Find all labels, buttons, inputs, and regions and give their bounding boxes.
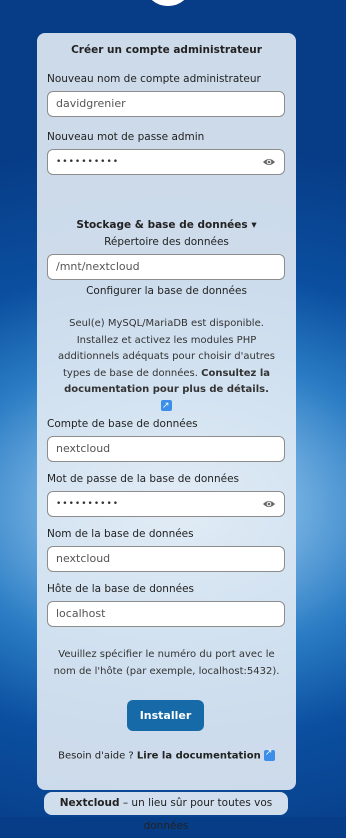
- database-info-text: Seul(e) MySQL/MariaDB est disponible. In…: [47, 316, 286, 415]
- storage-database-toggle[interactable]: Stockage & base de données ▾: [37, 219, 296, 231]
- help-prefix: Besoin d'aide ?: [58, 750, 134, 762]
- admin-user-label: Nouveau nom de compte administrateur: [47, 73, 261, 85]
- admin-password-input[interactable]: ••••••••••: [47, 149, 285, 175]
- db-password-value: ••••••••••: [56, 499, 120, 509]
- footer-tagline: – un lieu sûr pour toutes vos données: [122, 797, 273, 832]
- help-row: Besoin d'aide ? Lire la documentation: [37, 748, 296, 762]
- db-name-input[interactable]: nextcloud: [47, 546, 285, 572]
- show-password-icon[interactable]: [262, 157, 276, 167]
- setup-card: Créer un compte administrateur Nouveau n…: [37, 33, 296, 790]
- card-title: Créer un compte administrateur: [71, 44, 262, 56]
- nextcloud-logo: [143, 0, 193, 6]
- db-password-label: Mot de passe de la base de données: [47, 473, 240, 485]
- footer: Nextcloud – un lieu sûr pour toutes vos …: [44, 792, 288, 832]
- admin-password-value: ••••••••••: [56, 157, 120, 167]
- db-name-label: Nom de la base de données: [47, 528, 194, 540]
- admin-password-label: Nouveau mot de passe admin: [47, 131, 205, 143]
- footer-brand[interactable]: Nextcloud: [60, 797, 120, 809]
- show-db-password-icon[interactable]: [262, 499, 276, 509]
- admin-user-input[interactable]: davidgrenier: [47, 91, 285, 117]
- data-directory-input[interactable]: /mnt/nextcloud: [47, 254, 285, 280]
- data-directory-label: Répertoire des données: [104, 236, 229, 248]
- external-link-icon[interactable]: [263, 748, 275, 761]
- db-host-input[interactable]: localhost: [47, 601, 285, 627]
- db-host-label: Hôte de la base de données: [47, 583, 195, 595]
- db-user-label: Compte de base de données: [47, 418, 198, 430]
- db-password-input[interactable]: ••••••••••: [47, 491, 285, 517]
- install-button[interactable]: Installer: [127, 700, 204, 731]
- external-link-icon[interactable]: [161, 398, 172, 415]
- db-user-input[interactable]: nextcloud: [47, 436, 285, 462]
- port-hint: Veuillez spécifier le numéro du port ave…: [53, 649, 280, 677]
- read-documentation-link[interactable]: Lire la documentation: [137, 751, 261, 762]
- configure-database-heading: Configurer la base de données: [86, 285, 247, 297]
